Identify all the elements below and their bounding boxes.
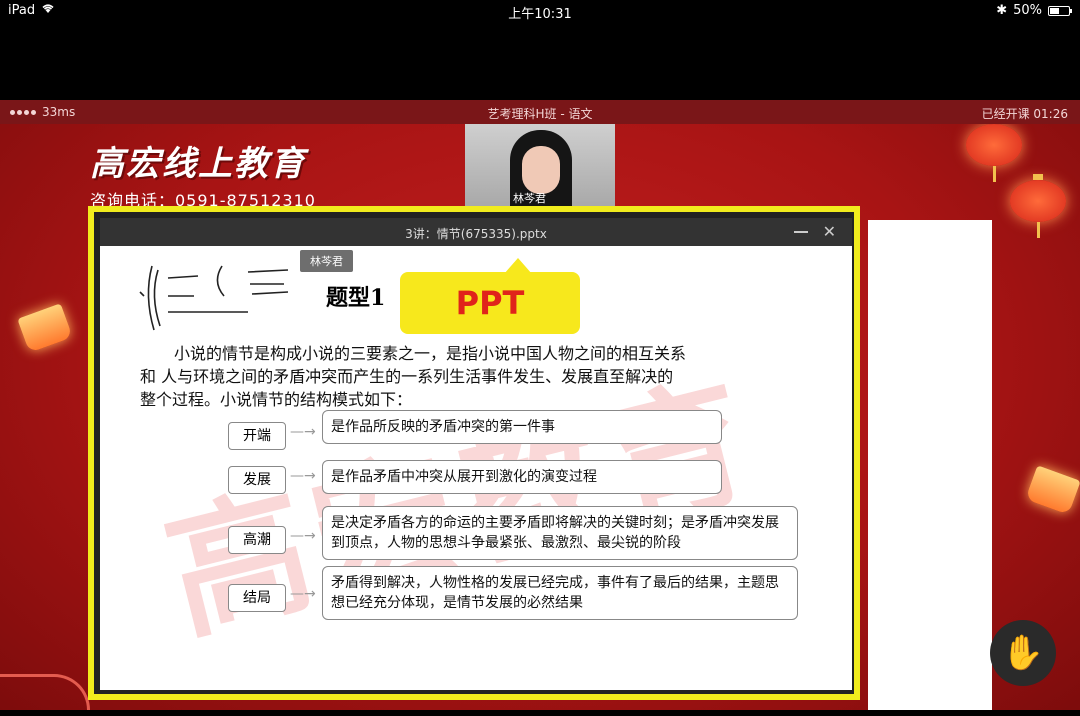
handwritten-annotation bbox=[139, 265, 289, 331]
class-timer: 已经开课 01:26 bbox=[981, 107, 1068, 121]
sky-lantern-decoration bbox=[1025, 465, 1080, 515]
arrow-icon: —→ bbox=[290, 528, 316, 544]
bluetooth-icon: ✱ bbox=[996, 3, 1008, 18]
minimize-button[interactable] bbox=[794, 231, 808, 233]
classroom-stage: 高宏线上教育 咨询电话：0591-87512310 林芩君 ✋ 3讲：情节(67… bbox=[0, 124, 1080, 710]
ppt-file-title: 3讲：情节(675335).pptx bbox=[405, 227, 547, 241]
stage-label-development: 发展 bbox=[228, 466, 286, 494]
wave-decoration bbox=[0, 674, 90, 710]
stage-label-climax: 高潮 bbox=[228, 526, 286, 554]
raise-hand-button[interactable]: ✋ bbox=[990, 620, 1056, 686]
close-button[interactable]: ✕ bbox=[823, 222, 836, 241]
battery-icon bbox=[1048, 5, 1072, 16]
stage-label-exposition: 开端 bbox=[228, 422, 286, 450]
stage-desc-development: 是作品矛盾中冲突从展开到激化的演变过程 bbox=[322, 460, 722, 494]
teacher-camera-feed[interactable]: 林芩君 bbox=[465, 124, 615, 206]
whiteboard-side-panel bbox=[868, 220, 992, 710]
class-title: 艺考理科H班 - 语文 bbox=[487, 107, 593, 121]
arrow-icon: —→ bbox=[290, 468, 316, 484]
classroom-top-bar: 33ms 艺考理科H班 - 语文 已经开课 01:26 bbox=[0, 100, 1080, 124]
lantern-decoration bbox=[966, 124, 1022, 182]
clock: 上午10:31 bbox=[508, 7, 572, 22]
stage-desc-climax: 是决定矛盾各方的命运的主要矛盾即将解决的关键时刻；是矛盾冲突发展到顶点，人物的思… bbox=[322, 506, 798, 560]
slide-paragraph: 小说的情节是构成小说的三要素之一，是指小说中国人物之间的相互关系 和 人与环境之… bbox=[140, 342, 800, 411]
ppt-callout: PPT bbox=[400, 258, 580, 334]
hand-icon: ✋ bbox=[1001, 633, 1045, 673]
lantern-decoration bbox=[1010, 174, 1066, 238]
sky-lantern-decoration bbox=[17, 303, 73, 353]
device-status-bar: iPad 上午10:31 ✱ 50% bbox=[0, 0, 1080, 22]
ppt-title-bar: 3讲：情节(675335).pptx ✕ bbox=[100, 218, 852, 246]
arrow-icon: —→ bbox=[290, 586, 316, 602]
slide-title: 题型1 bbox=[326, 285, 386, 311]
paragraph-line: 小说的情节是构成小说的三要素之一，是指小说中国人物之间的相互关系 bbox=[174, 344, 687, 363]
stage-label-resolution: 结局 bbox=[228, 584, 286, 612]
brand-logo: 高宏线上教育 bbox=[90, 144, 306, 184]
cursor-name-tag: 林芩君 bbox=[300, 250, 353, 272]
paragraph-line: 整个过程。小说情节的结构模式如下： bbox=[140, 390, 413, 409]
ppt-slide: 高宏教育 林芩君 题型1 PPT 小说的情节是构成小说的三要素之一，是指小说中国… bbox=[100, 246, 852, 690]
paragraph-line: 和 人与环境之间的矛盾冲突而产生的一系列生活事件发生、发展直至解决的 bbox=[140, 367, 674, 386]
ppt-window: 3讲：情节(675335).pptx ✕ 高宏教育 林芩君 题型1 PPT 小说… bbox=[88, 206, 860, 700]
stage-desc-resolution: 矛盾得到解决，人物性格的发展已经完成，事件有了最后的结果，主题思想已经充分体现，… bbox=[322, 566, 798, 620]
battery-percent: 50% bbox=[1013, 3, 1042, 18]
stage-desc-exposition: 是作品所反映的矛盾冲突的第一件事 bbox=[322, 410, 722, 444]
brand-header: 高宏线上教育 咨询电话：0591-87512310 bbox=[90, 136, 316, 211]
arrow-icon: —→ bbox=[290, 424, 316, 440]
teacher-name: 林芩君 bbox=[513, 192, 546, 205]
